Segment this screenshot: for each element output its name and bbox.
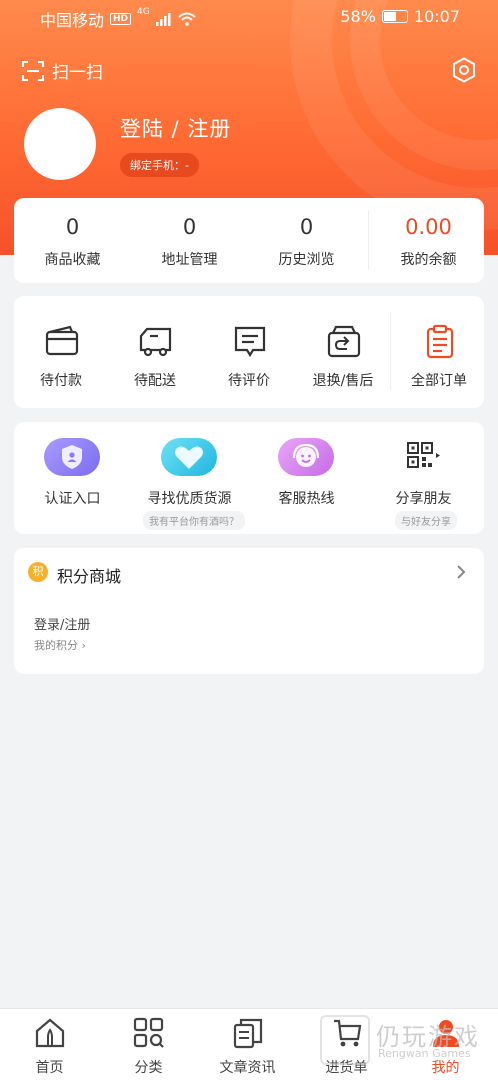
watermark-logo-icon <box>320 1015 370 1065</box>
stats-card: 0 商品收藏 0 地址管理 0 历史浏览 0.00 我的余额 <box>14 198 484 283</box>
stat-balance[interactable]: 0.00 我的余额 <box>370 198 487 283</box>
points-login-link[interactable]: 登录/注册 <box>34 614 90 633</box>
service-certification[interactable]: 认证入口 <box>14 422 131 534</box>
wallet-icon <box>45 325 79 356</box>
service-subtitle: 我有平台你有酒吗？ <box>143 511 245 530</box>
watermark-subtext: Rengwan Games <box>378 1047 471 1060</box>
order-pending-review[interactable]: 待评价 <box>202 296 296 408</box>
order-label: 待付款 <box>40 373 82 389</box>
scan-label: 扫一扫 <box>52 63 103 83</box>
stat-value: 0.00 <box>405 215 452 239</box>
scan-icon <box>22 60 44 81</box>
hd-badge: HD <box>110 13 132 25</box>
heart-icon <box>161 438 217 476</box>
network-label: 4G <box>137 7 150 17</box>
service-hotline[interactable]: 客服热线 <box>248 422 365 534</box>
order-label: 退换/售后 <box>312 373 374 389</box>
comment-icon <box>234 326 266 358</box>
service-label: 分享朋友 <box>395 491 452 507</box>
clock: 10:07 <box>413 7 460 26</box>
tab-label: 文章资讯 <box>219 1060 276 1076</box>
order-pending-payment[interactable]: 待付款 <box>14 296 108 408</box>
service-label: 客服热线 <box>278 491 335 507</box>
qrcode-icon <box>407 442 440 468</box>
scan-button[interactable]: 扫一扫 <box>22 58 103 83</box>
order-after-sales[interactable]: 退换/售后 <box>296 296 390 408</box>
order-label: 全部订单 <box>411 373 467 389</box>
tab-label: 首页 <box>35 1060 64 1076</box>
points-mall-card: 积 积分商城 登录/注册 我的积分 › <box>14 548 484 674</box>
points-mall-title[interactable]: 积分商城 <box>57 563 121 587</box>
service-label: 认证入口 <box>44 491 101 507</box>
services-card: 认证入口 寻找优质货源 我有平台你有酒吗？ 客服热线 分享朋友 与好友分享 <box>14 422 484 534</box>
order-pending-delivery[interactable]: 待配送 <box>108 296 202 408</box>
home-icon <box>35 1018 65 1048</box>
service-label: 寻找优质货源 <box>147 491 232 507</box>
service-subtitle: 与好友分享 <box>395 511 457 530</box>
shield-user-icon <box>44 438 100 476</box>
tab-label: 分类 <box>134 1060 163 1076</box>
stat-address[interactable]: 0 地址管理 <box>131 198 248 283</box>
headset-icon <box>278 438 334 476</box>
clipboard-icon <box>426 324 454 359</box>
tab-articles[interactable]: 文章资讯 <box>198 1009 297 1080</box>
category-icon <box>133 1017 164 1048</box>
signal-icon <box>155 13 171 26</box>
tab-home[interactable]: 首页 <box>0 1009 99 1080</box>
stat-value: 0 <box>65 215 80 239</box>
article-icon <box>233 1018 263 1049</box>
my-points-link[interactable]: 我的积分 › <box>34 637 86 653</box>
watermark: 仍玩游戏 Rengwan Games <box>320 1013 498 1069</box>
points-coin-icon: 积 <box>28 562 48 582</box>
service-share[interactable]: 分享朋友 与好友分享 <box>365 422 482 534</box>
settings-hex-icon <box>453 57 475 83</box>
stat-label: 我的余额 <box>400 252 457 268</box>
order-label: 待评价 <box>228 373 270 389</box>
stat-label: 商品收藏 <box>44 252 101 268</box>
stat-value: 0 <box>299 215 314 239</box>
bind-phone-badge[interactable]: 绑定手机：- <box>120 153 199 177</box>
divider <box>390 312 391 390</box>
tab-category[interactable]: 分类 <box>99 1009 198 1080</box>
service-find-source[interactable]: 寻找优质货源 我有平台你有酒吗？ <box>131 422 248 534</box>
orders-card: 待付款 待配送 待评价 退换/售后 全部订单 <box>14 296 484 408</box>
return-box-icon <box>327 325 361 358</box>
stat-label: 地址管理 <box>161 252 218 268</box>
divider <box>368 210 369 270</box>
settings-button[interactable] <box>452 57 476 87</box>
avatar[interactable] <box>24 108 96 180</box>
stat-favorites[interactable]: 0 商品收藏 <box>14 198 131 283</box>
battery-icon <box>381 10 408 23</box>
battery-percent: 58% <box>340 7 376 26</box>
login-register-link[interactable]: 登陆 / 注册 <box>120 113 231 143</box>
stat-history[interactable]: 0 历史浏览 <box>248 198 365 283</box>
stat-label: 历史浏览 <box>278 252 335 268</box>
order-all[interactable]: 全部订单 <box>392 296 486 408</box>
wifi-icon <box>178 12 196 26</box>
chevron-right-icon[interactable] <box>456 564 466 580</box>
stat-value: 0 <box>182 215 197 239</box>
carrier-label: 中国移动 <box>40 11 105 30</box>
truck-icon <box>139 327 172 357</box>
order-label: 待配送 <box>134 373 176 389</box>
status-bar: 中国移动 HD 4G 58% 10:07 <box>0 0 498 34</box>
